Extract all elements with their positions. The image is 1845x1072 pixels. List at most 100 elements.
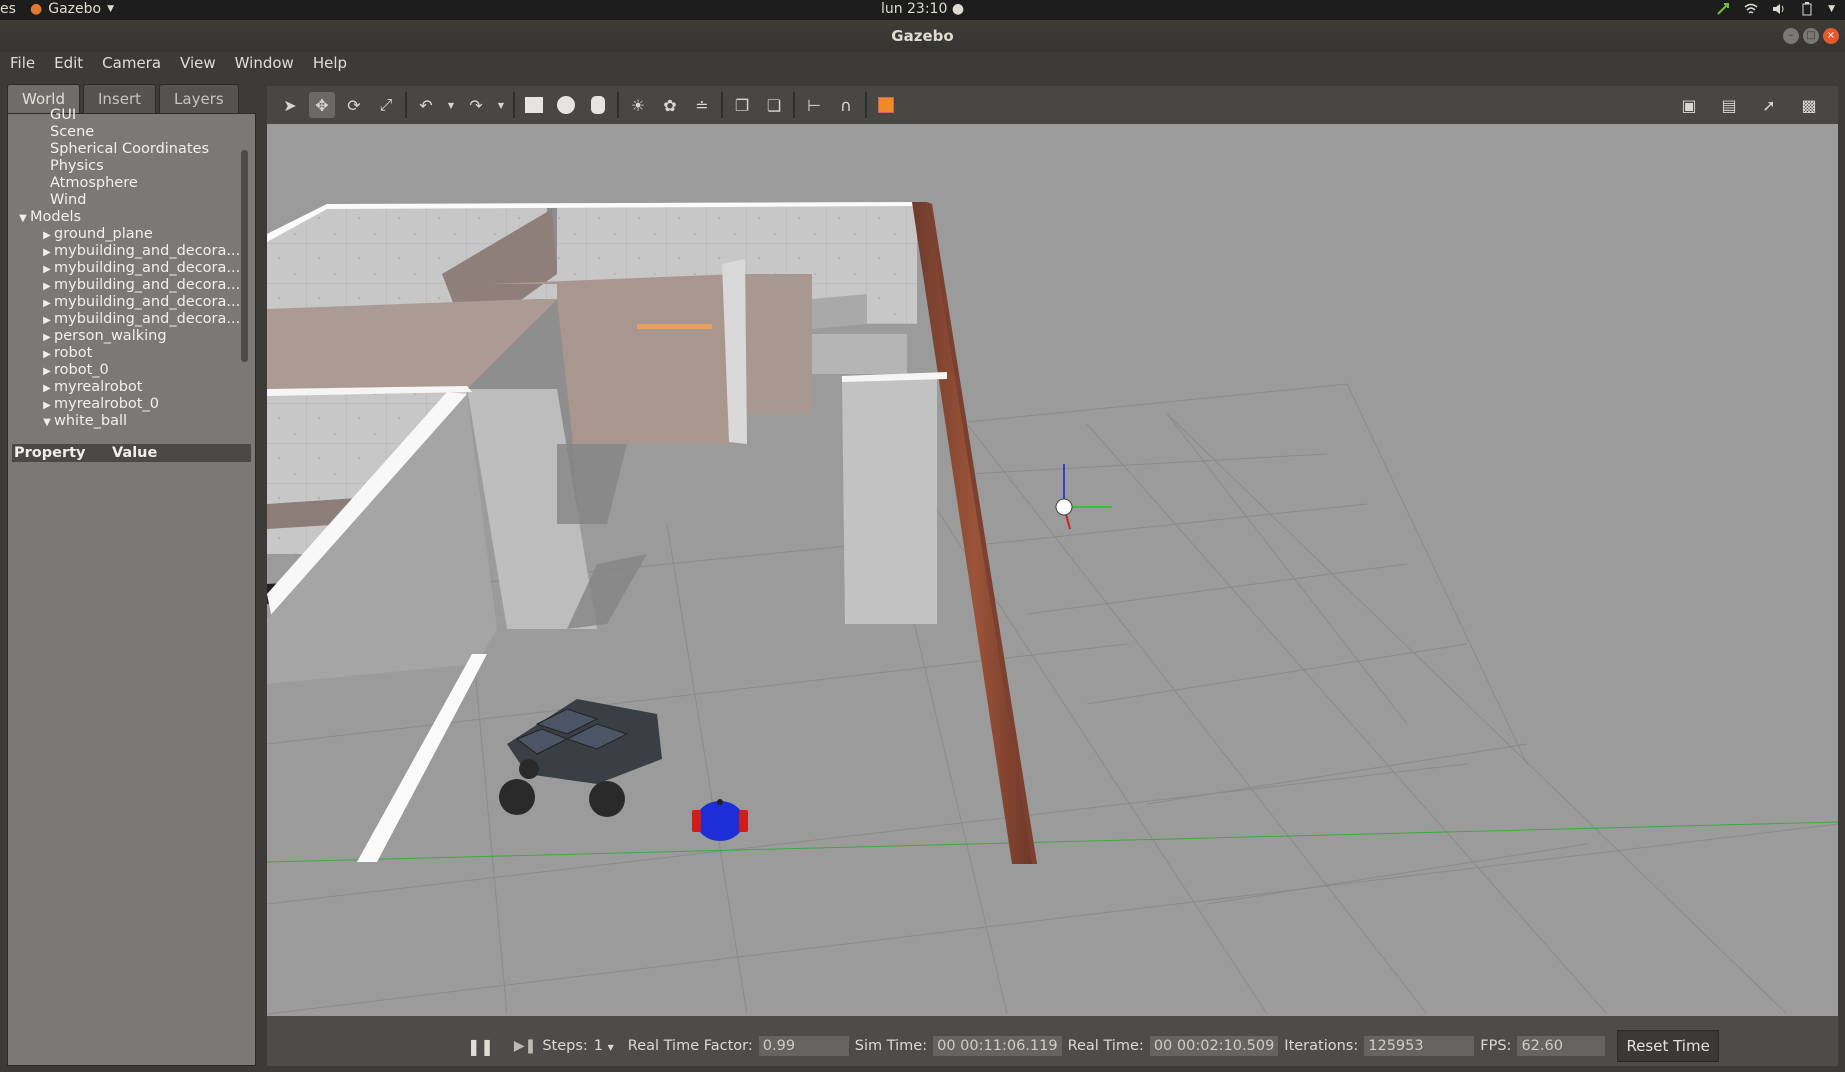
power-menu-icon[interactable]: ▼ xyxy=(1828,4,1835,14)
copy-icon[interactable]: ❐ xyxy=(729,92,755,118)
volume-icon[interactable] xyxy=(1772,2,1786,16)
menu-view[interactable]: View xyxy=(180,52,224,76)
log-icon[interactable]: ▤ xyxy=(1716,92,1742,118)
box-icon[interactable] xyxy=(521,92,547,118)
menu-camera[interactable]: Camera xyxy=(102,52,169,76)
expand-arrow-icon[interactable]: ▼ xyxy=(40,414,54,429)
tree-item-label: robot xyxy=(54,345,93,361)
scale-icon[interactable]: ⤢ xyxy=(373,92,399,118)
tree-item[interactable]: Atmosphere xyxy=(12,175,248,192)
tree-item[interactable]: ▶ robot_0 xyxy=(12,362,248,379)
render-panel: ➤ ✥ ⟳ ⤢ ↶ ▼ ↷ ▼ ☀ ✿ ≐ ❐ ❏ ⊢ ∩ ▣ ▤ ➚ ▩ ❚❚… xyxy=(267,86,1838,1066)
maximize-icon[interactable]: □ xyxy=(1803,28,1819,44)
iterations-value: 125953 xyxy=(1364,1036,1475,1056)
plot-icon[interactable]: ➚ xyxy=(1756,92,1782,118)
tree-item-label: Scene xyxy=(50,124,95,140)
translate-icon[interactable]: ✥ xyxy=(309,92,335,118)
collapse-arrow-icon[interactable]: ▶ xyxy=(40,312,54,328)
wifi-icon[interactable] xyxy=(1744,2,1758,16)
rover-model[interactable] xyxy=(499,699,662,817)
record-icon[interactable]: ▩ xyxy=(1796,92,1822,118)
steps-spinner[interactable]: 1 ▼ xyxy=(594,1038,614,1054)
menu-window[interactable]: Window xyxy=(235,52,302,76)
menu-edit[interactable]: Edit xyxy=(54,52,91,76)
reset-time-button[interactable]: Reset Time xyxy=(1617,1030,1719,1062)
collapse-arrow-icon[interactable]: ▶ xyxy=(40,244,54,260)
window-title-bar[interactable]: Gazebo – □ × xyxy=(0,20,1845,52)
shadow xyxy=(557,444,627,524)
property-column-header: Property xyxy=(14,445,86,461)
minimize-icon[interactable]: – xyxy=(1783,28,1799,44)
3d-viewport[interactable] xyxy=(267,124,1838,1016)
battery-icon[interactable] xyxy=(1800,2,1814,16)
tree-item-label: Wind xyxy=(50,192,87,208)
collapse-arrow-icon[interactable]: ▶ xyxy=(40,261,54,277)
point-light-icon[interactable]: ☀ xyxy=(625,92,651,118)
collapse-arrow-icon[interactable]: ▶ xyxy=(40,363,54,379)
scene-render[interactable] xyxy=(267,124,1838,1016)
tree-item-label: mybuilding_and_decora... xyxy=(54,277,241,293)
rotate-icon[interactable]: ⟳ xyxy=(341,92,367,118)
redo-history-icon[interactable]: ▼ xyxy=(495,92,507,118)
collapse-arrow-icon[interactable]: ▶ xyxy=(40,397,54,413)
menu-help[interactable]: Help xyxy=(313,52,355,76)
tree-item[interactable]: ▶ person_walking xyxy=(12,328,248,345)
tree-item[interactable]: ▶ myrealrobot_0 xyxy=(12,396,248,413)
front-wall-top xyxy=(357,654,487,862)
menu-file[interactable]: File xyxy=(10,52,43,76)
collapse-arrow-icon[interactable]: ▶ xyxy=(40,380,54,396)
sphere-icon[interactable] xyxy=(553,92,579,118)
tree-item[interactable]: GUI xyxy=(12,107,248,124)
undo-history-icon[interactable]: ▼ xyxy=(445,92,457,118)
collapse-arrow-icon[interactable]: ▶ xyxy=(40,278,54,294)
tree-item[interactable]: Spherical Coordinates xyxy=(12,141,248,158)
collapse-arrow-icon[interactable]: ▶ xyxy=(40,346,54,362)
collapse-arrow-icon[interactable]: ▶ xyxy=(40,329,54,345)
tree-item-label: Atmosphere xyxy=(50,175,138,191)
tree-item-label: Models xyxy=(30,209,82,225)
system-tray[interactable]: ▼ xyxy=(1716,2,1835,16)
tree-item[interactable]: ▼ white_ball xyxy=(12,413,248,429)
tree-scrollbar[interactable] xyxy=(241,150,248,362)
orange-table xyxy=(637,324,712,329)
view-angle-icon[interactable] xyxy=(873,92,899,118)
tree-item[interactable]: ▶ myrealrobot xyxy=(12,379,248,396)
tree-item[interactable]: ▶ mybuilding_and_decora... xyxy=(12,277,248,294)
tree-item[interactable]: Wind xyxy=(12,192,248,209)
directional-light-icon[interactable]: ≐ xyxy=(689,92,715,118)
update-icon[interactable] xyxy=(1716,2,1730,16)
tree-item[interactable]: ▶ mybuilding_and_decora... xyxy=(12,260,248,277)
status-bar: ❚❚ ▶❚ Steps: 1 ▼ Real Time Factor: 0.99 … xyxy=(267,1016,1838,1066)
paste-icon[interactable]: ❏ xyxy=(761,92,787,118)
redo-icon[interactable]: ↷ xyxy=(463,92,489,118)
cylinder-icon[interactable] xyxy=(585,92,611,118)
world-tree[interactable]: GUI Scene Spherical Coordinates Physics Atmo… xyxy=(12,107,248,429)
undo-icon[interactable]: ↶ xyxy=(413,92,439,118)
spot-light-icon[interactable]: ✿ xyxy=(657,92,683,118)
blue-robot-model[interactable] xyxy=(692,799,748,841)
tree-item[interactable]: ▶ mybuilding_and_decora... xyxy=(12,294,248,311)
screenshot-icon[interactable]: ▣ xyxy=(1676,92,1702,118)
world-tree-panel: GUI Scene Spherical Coordinates Physics Atmo… xyxy=(7,107,256,1066)
close-icon[interactable]: × xyxy=(1823,28,1839,44)
white-ball-model[interactable] xyxy=(1055,464,1112,530)
expand-arrow-icon[interactable]: ▼ xyxy=(16,210,30,226)
toolbar-divider xyxy=(793,92,795,118)
tree-item[interactable]: ▶ ground_plane xyxy=(12,226,248,243)
step-icon[interactable]: ▶❚ xyxy=(514,1038,537,1054)
desktop: es ● Gazebo ▼ lun 23:10 ● ▼ Gazebo – □ ×… xyxy=(0,0,1845,1072)
snap-icon[interactable]: ∩ xyxy=(833,92,859,118)
tree-item[interactable]: Scene xyxy=(12,124,248,141)
collapse-arrow-icon[interactable]: ▶ xyxy=(40,227,54,243)
pause-icon[interactable]: ❚❚ xyxy=(467,1037,494,1056)
tree-item[interactable]: ▼ Models xyxy=(12,209,248,226)
tree-item[interactable]: ▶ mybuilding_and_decora... xyxy=(12,243,248,260)
align-icon[interactable]: ⊢ xyxy=(801,92,827,118)
real-time-value: 00 00:02:10.509 xyxy=(1149,1036,1279,1056)
tree-item[interactable]: ▶ mybuilding_and_decora... xyxy=(12,311,248,328)
collapse-arrow-icon[interactable]: ▶ xyxy=(40,295,54,311)
tree-item[interactable]: Physics xyxy=(12,158,248,175)
clock[interactable]: lun 23:10 ● xyxy=(0,1,1845,17)
tree-item[interactable]: ▶ robot xyxy=(12,345,248,362)
select-icon[interactable]: ➤ xyxy=(277,92,303,118)
